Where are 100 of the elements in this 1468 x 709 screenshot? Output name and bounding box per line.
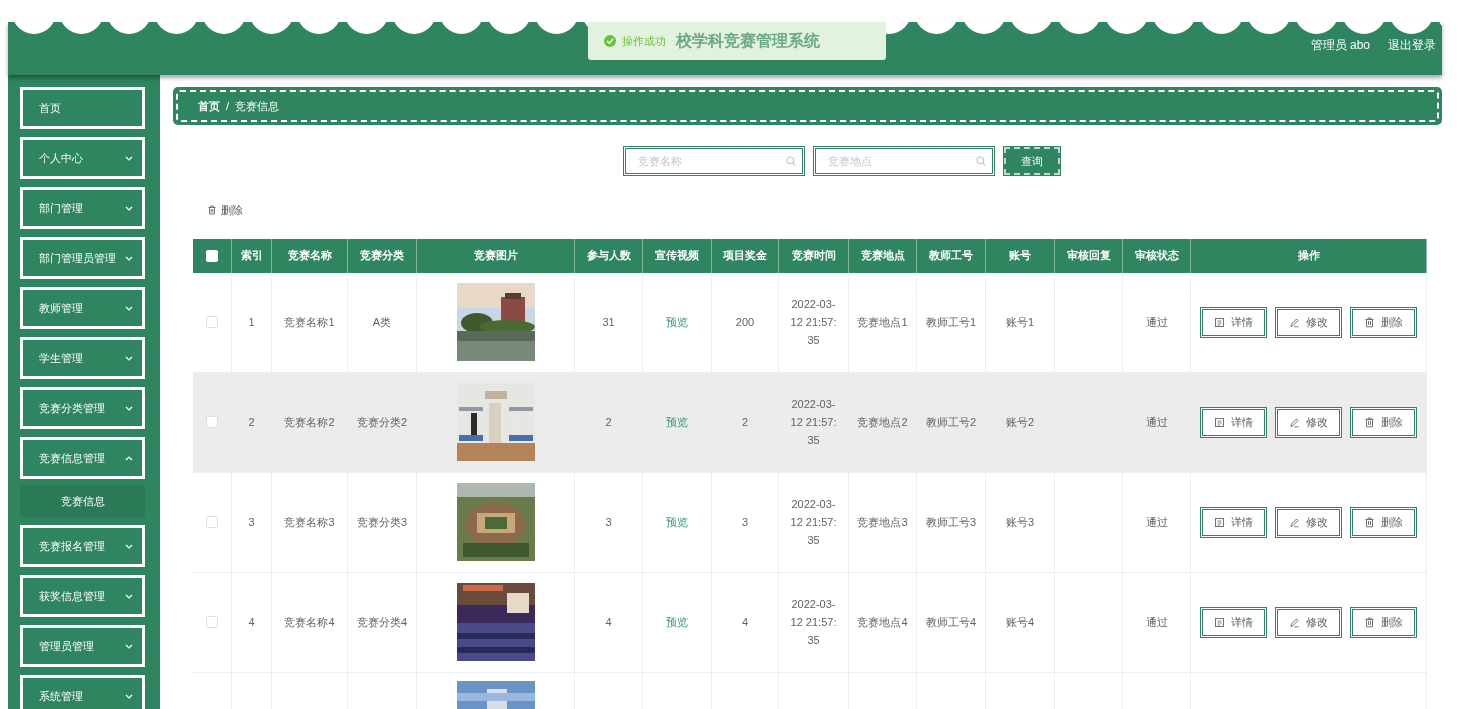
details-button[interactable]: 详情	[1200, 606, 1267, 638]
menu-item[interactable]: 管理员管理	[20, 625, 145, 667]
trash-icon	[1364, 316, 1375, 328]
checkbox[interactable]	[206, 249, 218, 262]
menu-item[interactable]: 竞赛分类管理	[20, 387, 145, 429]
table-cell-text: 2	[605, 414, 612, 430]
table-cell-text: 通过	[1145, 614, 1168, 630]
query-button[interactable]: 查询	[1002, 146, 1061, 176]
preview-link[interactable]: 预览	[666, 413, 688, 431]
document-icon	[1214, 516, 1225, 528]
column-header: 竞赛名称	[287, 248, 332, 264]
table-cell-text: 竞赛名称4	[284, 614, 335, 630]
table-cell-text: 竞赛名称1	[284, 314, 335, 330]
table-cell-text: 竞赛地点3	[857, 514, 908, 530]
pencil-icon	[1289, 416, 1300, 428]
table-cell-text: 通过	[1145, 314, 1168, 330]
trash-icon	[1364, 416, 1375, 428]
checkbox[interactable]	[206, 316, 218, 328]
breadcrumb-link[interactable]: 首页	[198, 97, 220, 115]
table-cell-text: 教师工号2	[925, 414, 977, 430]
menu-item[interactable]: 系统管理	[20, 675, 145, 709]
table-cell-text: 竞赛地点4	[857, 614, 908, 630]
delete-button[interactable]: 删除	[207, 202, 243, 219]
delete-button[interactable]: 删除	[1350, 406, 1417, 438]
menu-item[interactable]: 获奖信息管理	[20, 575, 145, 617]
table-cell-text: A类	[372, 314, 392, 330]
menu-item[interactable]: 竞赛报名管理	[20, 525, 145, 567]
table-cell-text: 教师工号3	[925, 514, 977, 530]
menu-item[interactable]: 部门管理员管理	[20, 237, 145, 279]
user-name: 管理员 abo	[1310, 37, 1370, 54]
menu-item[interactable]: 教师管理	[20, 287, 145, 329]
table-cell-text: 教师工号1	[925, 314, 977, 330]
table-cell-text: 3	[741, 514, 749, 530]
details-button[interactable]: 详情	[1200, 306, 1267, 338]
table-cell-text: 账号4	[1005, 614, 1035, 630]
preview-link[interactable]: 预览	[666, 513, 688, 531]
menu-item[interactable]: 学生管理	[20, 337, 145, 379]
trash-icon	[1364, 616, 1375, 628]
table-cell-text: 账号2	[1005, 414, 1035, 430]
edit-button[interactable]: 修改	[1275, 406, 1342, 438]
delete-button[interactable]: 删除	[1350, 306, 1417, 338]
column-header: 竞赛图片	[473, 248, 518, 264]
checkbox[interactable]	[206, 416, 218, 428]
delete-button[interactable]: 删除	[1350, 506, 1417, 538]
column-header: 审核状态	[1134, 248, 1179, 264]
search-icon	[785, 156, 796, 166]
table-cell-text: 3	[605, 514, 612, 530]
table-cell-text: 竞赛名称2	[284, 414, 335, 430]
column-header: 索引	[240, 248, 263, 264]
breadcrumb-separator: /	[226, 98, 230, 114]
preview-link[interactable]: 预览	[666, 613, 688, 631]
pencil-icon	[1289, 516, 1300, 528]
logout-link[interactable]: 退出登录	[1388, 36, 1436, 54]
document-icon	[1214, 616, 1225, 628]
menu-item[interactable]: 个人中心	[20, 137, 145, 179]
menu-item[interactable]: 首页	[20, 87, 145, 129]
table-cell-text: 1	[248, 314, 255, 330]
table-cell-text: 2022-03-12 21:57:35	[789, 397, 838, 448]
column-header: 宣传视频	[655, 248, 699, 264]
delete-button[interactable]: 删除	[1350, 606, 1417, 638]
table-cell-text: 2022-03-12 21:57:35	[789, 597, 838, 648]
table-cell-text: 3	[248, 514, 255, 530]
details-button[interactable]: 详情	[1200, 406, 1267, 438]
table-cell-text: 竞赛地点1	[857, 314, 908, 330]
column-header: 审核回复	[1066, 248, 1111, 264]
menu-item[interactable]: 部门管理	[20, 187, 145, 229]
table-cell-text: 2022-03-12 21:57:35	[789, 497, 838, 548]
trash-icon	[207, 205, 217, 216]
table-cell-text: 竞赛地点2	[857, 414, 908, 430]
column-header: 项目奖金	[723, 248, 767, 264]
table-cell-text: 31	[602, 314, 615, 330]
column-header: 操作	[1297, 248, 1320, 264]
table-cell-text: 通过	[1145, 414, 1168, 430]
pencil-icon	[1289, 616, 1300, 628]
table-cell-text: 账号1	[1005, 314, 1035, 330]
table-cell-text: 竞赛分类4	[356, 614, 408, 630]
preview-link[interactable]: 预览	[666, 313, 688, 331]
table-cell-text: 4	[248, 614, 255, 630]
edit-button[interactable]: 修改	[1275, 506, 1342, 538]
app-title: 校学科竞赛管理系统	[676, 31, 820, 51]
checkbox[interactable]	[206, 516, 218, 528]
edit-button[interactable]: 修改	[1275, 306, 1342, 338]
submenu-item[interactable]: 竞赛信息	[20, 485, 145, 517]
pencil-icon	[1289, 316, 1300, 328]
table-cell-text: 通过	[1145, 514, 1168, 530]
menu-item[interactable]: 竞赛信息管理	[20, 437, 145, 479]
edit-button[interactable]: 修改	[1275, 606, 1342, 638]
table-cell-text: 200	[735, 314, 755, 330]
details-button[interactable]: 详情	[1200, 506, 1267, 538]
table-cell-text: 竞赛分类2	[356, 414, 408, 430]
success-icon	[604, 35, 616, 47]
table-cell-text: 竞赛分类3	[356, 514, 408, 530]
column-header: 竞赛时间	[791, 248, 836, 264]
search-icon	[975, 156, 986, 166]
table-cell-text: 教师工号4	[925, 614, 977, 630]
column-header: 竞赛分类	[360, 248, 404, 264]
checkbox[interactable]	[206, 616, 218, 628]
column-header: 账号	[1009, 248, 1031, 264]
table-cell-text: 竞赛名称3	[284, 514, 335, 530]
toast-message: 操作成功	[622, 33, 666, 49]
